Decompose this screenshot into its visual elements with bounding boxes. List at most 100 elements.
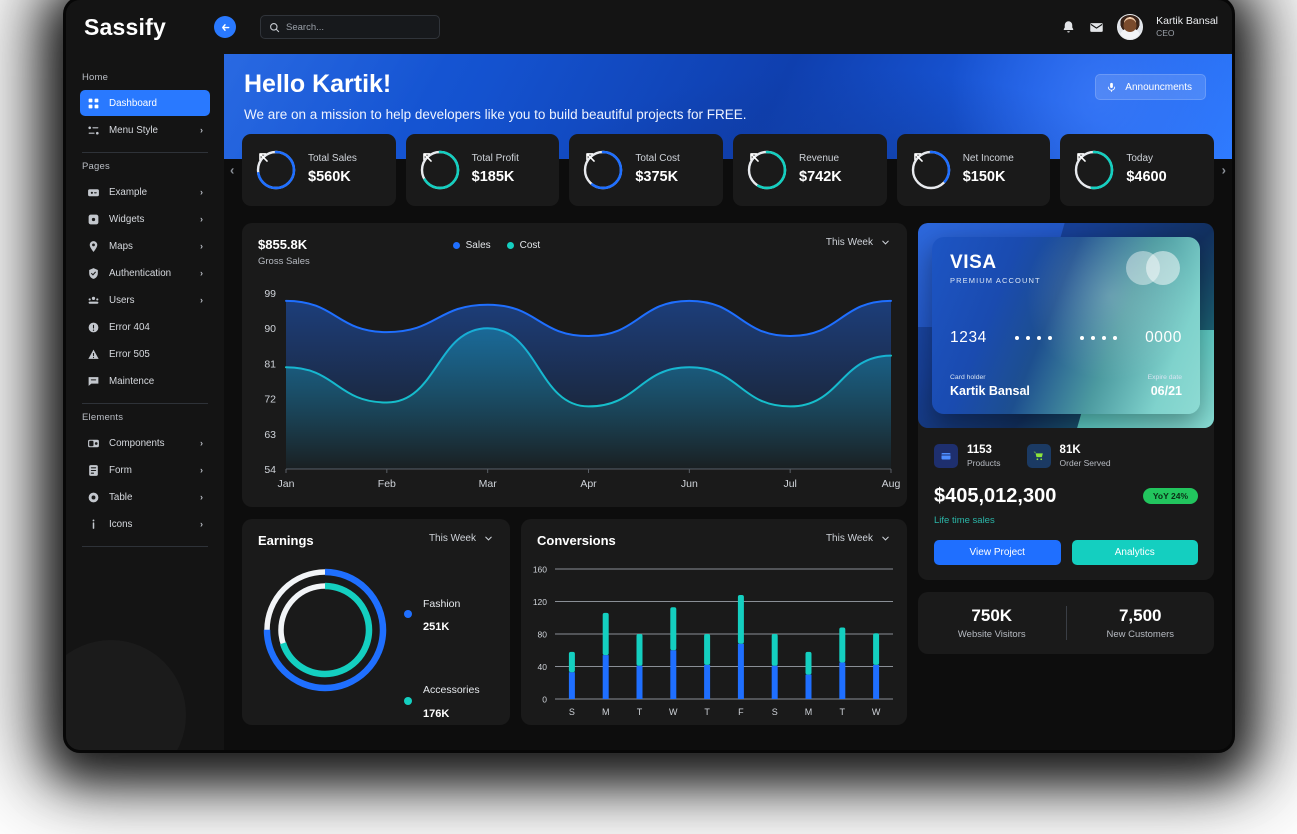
chevron-down-icon [882, 536, 889, 541]
cta-row: View Project Analytics [934, 539, 1198, 565]
x-axis-label: Jun [681, 478, 698, 490]
bar-top [704, 634, 711, 665]
stat-card-today[interactable]: Today $4600 [1060, 134, 1215, 206]
bell-icon[interactable] [1061, 20, 1076, 35]
sidebar-collapse-button[interactable] [214, 16, 236, 38]
sidebar-item-icons[interactable]: Icons › [80, 511, 210, 537]
right-column: VISA PREMIUM ACCOUNT 1234 0000 Card hold… [918, 223, 1214, 725]
sidebar-section-elements: Elements [82, 412, 124, 423]
conversions-card: Conversions This Week 0 40 80 120 160 S M T W T F S… [521, 519, 907, 725]
charts-row: Earnings This Week Fashion 251K Accessorie… [242, 519, 907, 725]
maintenance-icon [87, 375, 100, 388]
legend-item-sales: Sales [452, 240, 491, 251]
sidebar-item-components[interactable]: Components › [80, 430, 210, 456]
y-axis-tick: 90 [264, 323, 276, 335]
sidebar-item-maps[interactable]: Maps › [80, 233, 210, 259]
stat-label: Today [1126, 153, 1154, 165]
x-axis-label: Apr [580, 478, 597, 490]
card-number-mask-2 [1080, 336, 1118, 340]
progress-ring [746, 149, 788, 191]
chevron-right-icon: › [200, 465, 203, 475]
stat-strip-prev[interactable]: ‹ [230, 163, 234, 178]
sidebar-item-error-505[interactable]: Error 505 [80, 341, 210, 367]
grid-icon [87, 97, 100, 110]
bar-base [602, 655, 609, 699]
hero-subtitle: We are on a mission to help developers l… [244, 107, 747, 122]
stat-value: 7,500 [1118, 605, 1162, 625]
x-axis-label: Mar [479, 478, 498, 490]
progress-ring [255, 149, 297, 191]
main-content: Hello Kartik! We are on a mission to hel… [224, 54, 1232, 750]
bar-top [602, 612, 609, 656]
conversions-period-select[interactable]: This Week [826, 533, 891, 544]
view-project-button[interactable]: View Project [934, 539, 1061, 565]
chevron-right-icon: › [200, 295, 203, 305]
sidebar-item-label: Dashboard [109, 97, 157, 109]
gross-sales-plot: 54 63 72 81 90 99 Jan Feb Mar Apr Jun Jul Aug [242, 285, 907, 507]
credit-card[interactable]: VISA PREMIUM ACCOUNT 1234 0000 Card hold… [932, 237, 1200, 414]
sidebar-section-home: Home [82, 72, 109, 83]
products-stat: 1153 Products [934, 442, 1001, 470]
stat-card-total-cost[interactable]: Total Cost $375K [569, 134, 724, 206]
x-axis-label: S [569, 707, 575, 717]
stat-card-net-income[interactable]: Net Income $150K [896, 134, 1051, 206]
sidebar-item-menu-style[interactable]: Menu Style › [80, 117, 210, 143]
bottom-stat-new-customers: 7,500 New Customers [1067, 606, 1215, 640]
orders-stat: 81K Order Served [1026, 442, 1111, 470]
legend-label: Sales [465, 240, 491, 251]
stat-card-strip: ‹ › Total Sales $560K Total Profit $185K Tot… [224, 134, 1232, 206]
stat-card-total-sales[interactable]: Total Sales $560K [242, 134, 396, 206]
arrow-up-right-icon [1077, 153, 1087, 162]
sidebar-divider [82, 152, 208, 153]
sidebar-item-users[interactable]: Users › [80, 287, 210, 313]
search-input[interactable] [286, 21, 431, 33]
sidebar-item-error-404[interactable]: Error 404 [80, 314, 210, 340]
arrow-up-right-icon [422, 153, 432, 162]
y-axis-tick: 54 [264, 464, 276, 476]
sidebar-item-label: Error 505 [109, 348, 150, 360]
gross-sales-period-select[interactable]: This Week [826, 237, 891, 248]
earnings-legend-item-accessories: Accessories 176K [404, 677, 480, 723]
menu-style-icon [87, 124, 100, 137]
card-footer: Card holder Kartik Bansal Expire date 06… [950, 374, 1182, 398]
user-info[interactable]: Kartik Bansal CEO [1156, 15, 1218, 39]
sidebar-item-example[interactable]: Example › [80, 179, 210, 205]
progress-ring [1073, 149, 1115, 191]
yoy-badge: YoY 24% [1142, 488, 1198, 505]
y-axis-tick: 72 [264, 394, 276, 406]
sidebar-item-authentication[interactable]: Authentication › [80, 260, 210, 286]
mail-icon[interactable] [1089, 20, 1104, 35]
analytics-button[interactable]: Analytics [1071, 539, 1198, 565]
legend-value: 176K [423, 707, 450, 720]
mastercard-circles-icon [1126, 251, 1180, 290]
bar-top [636, 634, 643, 666]
y-axis-tick: 0 [542, 695, 547, 705]
card-number: 1234 0000 [950, 329, 1182, 347]
area-fill-sales [286, 300, 891, 469]
app-body: Home Dashboard Menu Style › Pages Example › Wid… [66, 54, 1232, 750]
stat-card-revenue[interactable]: Revenue $742K [733, 134, 887, 206]
sidebar-item-dashboard[interactable]: Dashboard [80, 90, 210, 116]
mini-stats: 1153 Products 81K Order Served [934, 442, 1198, 470]
progress-ring [419, 149, 461, 191]
search-box[interactable] [260, 15, 440, 39]
sidebar-item-maintence[interactable]: Maintence [80, 368, 210, 394]
y-axis-tick: 63 [264, 429, 276, 441]
legend-item-cost: Cost [506, 240, 540, 251]
stat-strip-next[interactable]: › [1222, 163, 1226, 178]
stat-label: Revenue [799, 153, 840, 165]
stat-card-total-profit[interactable]: Total Profit $185K [405, 134, 560, 206]
bar-top [568, 651, 575, 673]
sidebar-item-label: Example [109, 186, 148, 198]
announcements-button[interactable]: Announcments [1095, 74, 1206, 100]
sidebar-item-table[interactable]: Table › [80, 484, 210, 510]
sidebar-item-label: Maintence [109, 375, 155, 387]
x-axis-label: M [602, 707, 610, 717]
period-label: This Week [825, 533, 873, 544]
sidebar-item-form[interactable]: Form › [80, 457, 210, 483]
avatar[interactable] [1117, 14, 1144, 40]
arrow-up-right-icon [586, 153, 596, 162]
earnings-period-select[interactable]: This Week [429, 533, 494, 544]
stat-value: $560K [308, 168, 351, 185]
sidebar-item-widgets[interactable]: Widgets › [80, 206, 210, 232]
